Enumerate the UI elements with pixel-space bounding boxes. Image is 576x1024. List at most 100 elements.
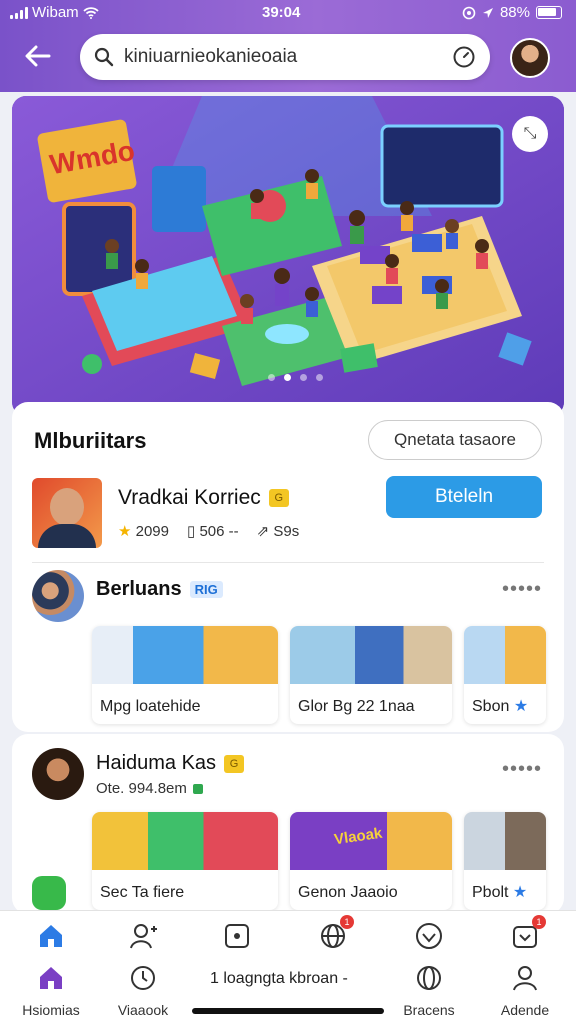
bottom-caption: 1 loagngta kbroan - <box>210 970 348 987</box>
notification-badge: 1 <box>340 915 354 929</box>
share-button[interactable]: ⤡ <box>512 116 548 152</box>
content-tile[interactable]: Mpg loatehide <box>92 626 278 724</box>
share-value: S9s <box>273 523 300 540</box>
verified-badge: G <box>224 754 245 773</box>
nav-home-top[interactable] <box>6 921 96 956</box>
globe-icon <box>417 966 441 990</box>
tile-banner-text: Vlaoak <box>333 824 384 849</box>
more-options-button[interactable]: ••••• <box>502 578 542 601</box>
row-avatar[interactable] <box>32 748 84 800</box>
row-subtitle-text: Ote. 994.8em <box>96 780 187 797</box>
box-icon: 1 <box>510 915 546 951</box>
content-tile[interactable]: Sbon ★ <box>464 626 546 724</box>
arrow-icon <box>482 7 493 18</box>
featured-avatar[interactable] <box>32 478 102 548</box>
top-bar: Wibam 39:04 88% kiniuarnieokanieoaia <box>0 0 576 92</box>
carousel-dots <box>268 374 323 381</box>
nav-home[interactable]: Hsiomias <box>6 963 96 1018</box>
views-value: 506 -- <box>199 523 239 540</box>
add-person-icon <box>130 924 157 949</box>
nav-label: Bracens <box>403 1002 455 1018</box>
content-tile[interactable]: Glor Bg 22 1naa <box>290 626 452 724</box>
views-stat: ▯ 506 -- <box>187 522 239 540</box>
wifi-icon <box>83 6 99 19</box>
avatar-face <box>50 488 84 526</box>
carrier-name: Wibam <box>32 4 79 21</box>
content-tile[interactable]: Sec Ta fiere <box>92 812 278 910</box>
tile-caption: Glor Bg 22 1naa <box>298 698 415 715</box>
notification-badge: 1 <box>532 915 546 929</box>
profile-avatar[interactable] <box>510 38 550 78</box>
members-card: Mlburiitars Qnetata tasaore Vradkai Korr… <box>12 402 564 732</box>
globe-icon: 1 <box>318 915 354 951</box>
content-tile[interactable]: Vlaoak Genon Jaaoio <box>290 812 452 910</box>
carousel-dot[interactable] <box>316 374 323 381</box>
tile-caption-text: Pbolt <box>472 884 509 901</box>
nav-profile[interactable]: Adende <box>480 963 570 1018</box>
home-icon <box>40 967 62 989</box>
row-name: Berluans RIG <box>96 578 223 601</box>
nav-square[interactable] <box>192 921 282 956</box>
nav-heart[interactable] <box>384 921 474 956</box>
verified-badge: G <box>268 489 289 507</box>
tile-caption: Sec Ta fiere <box>100 884 185 901</box>
divider <box>32 562 544 563</box>
row-title: Haiduma Kas <box>96 752 217 774</box>
nav-globe-top[interactable]: 1 <box>288 915 378 951</box>
carrier: Wibam <box>10 4 99 21</box>
person-icon <box>513 966 537 991</box>
square-icon <box>225 924 249 948</box>
battery-percent: 88% <box>499 4 530 21</box>
nav-add-person[interactable] <box>98 921 188 956</box>
star-icon: ★ <box>118 523 132 540</box>
section-title: Mlburiitars <box>34 428 147 453</box>
hero-banner[interactable]: Wmdo ⤡ <box>12 96 564 416</box>
tile-image <box>92 812 278 870</box>
follow-button[interactable]: Bteleln <box>386 476 542 518</box>
tile-image <box>92 626 278 684</box>
featured-name-row: Vradkai Korriec G <box>118 486 289 510</box>
home-icon <box>40 925 62 947</box>
status-right: 88% <box>462 4 562 21</box>
row-avatar[interactable] <box>32 570 84 622</box>
filter-pill-button[interactable]: Qnetata tasaore <box>368 420 542 460</box>
tile-caption: Pbolt ★ <box>472 882 527 902</box>
share-stat: ⇗ S9s <box>257 522 300 540</box>
share-icon: ⤡ <box>523 125 537 142</box>
more-options-button[interactable]: ••••• <box>502 758 542 781</box>
nav-box[interactable]: 1 <box>480 915 570 951</box>
carousel-dot[interactable] <box>300 374 307 381</box>
search-input[interactable]: kiniuarnieokanieoaia <box>124 46 452 68</box>
share-small-icon: ⇗ <box>256 523 270 540</box>
home-indicator[interactable] <box>192 1008 384 1014</box>
avatar-suit <box>38 524 96 548</box>
back-arrow-icon <box>25 45 51 67</box>
battery-icon <box>536 6 562 19</box>
tile-caption: Mpg loatehide <box>100 698 201 715</box>
tile-image: Vlaoak <box>290 812 452 870</box>
row-badge: RIG <box>189 581 223 598</box>
clock: 39:04 <box>262 4 301 21</box>
nav-label: Viaaook <box>117 1002 169 1018</box>
carousel-dot-active[interactable] <box>284 374 291 381</box>
signal-icon <box>10 6 28 19</box>
chat-button[interactable] <box>32 876 66 910</box>
search-bar[interactable]: kiniuarnieokanieoaia <box>80 34 490 80</box>
timer-icon[interactable] <box>452 45 476 69</box>
carousel-dot[interactable] <box>268 374 275 381</box>
bookmark-icon: ▯ <box>187 523 196 540</box>
online-icon <box>192 783 203 794</box>
content-tile[interactable]: Pbolt ★ <box>464 812 546 910</box>
tile-caption: Sbon ★ <box>472 696 528 716</box>
star-icon: ★ <box>512 884 528 901</box>
hero-illustration: Wmdo <box>12 96 564 416</box>
row-name: Haiduma Kas G <box>96 752 245 775</box>
nav-history[interactable]: Viaaook <box>98 963 188 1018</box>
nav-browse[interactable]: Bracens <box>384 963 474 1018</box>
star-icon: ★ <box>513 698 529 715</box>
status-bar: Wibam 39:04 88% <box>0 0 576 28</box>
rating-stat: ★ 2099 <box>118 522 169 540</box>
back-button[interactable] <box>22 40 54 72</box>
creator-card: Haiduma Kas G Ote. 994.8em ••••• Sec Ta … <box>12 734 564 914</box>
tile-caption: Genon Jaaoio <box>298 884 398 901</box>
